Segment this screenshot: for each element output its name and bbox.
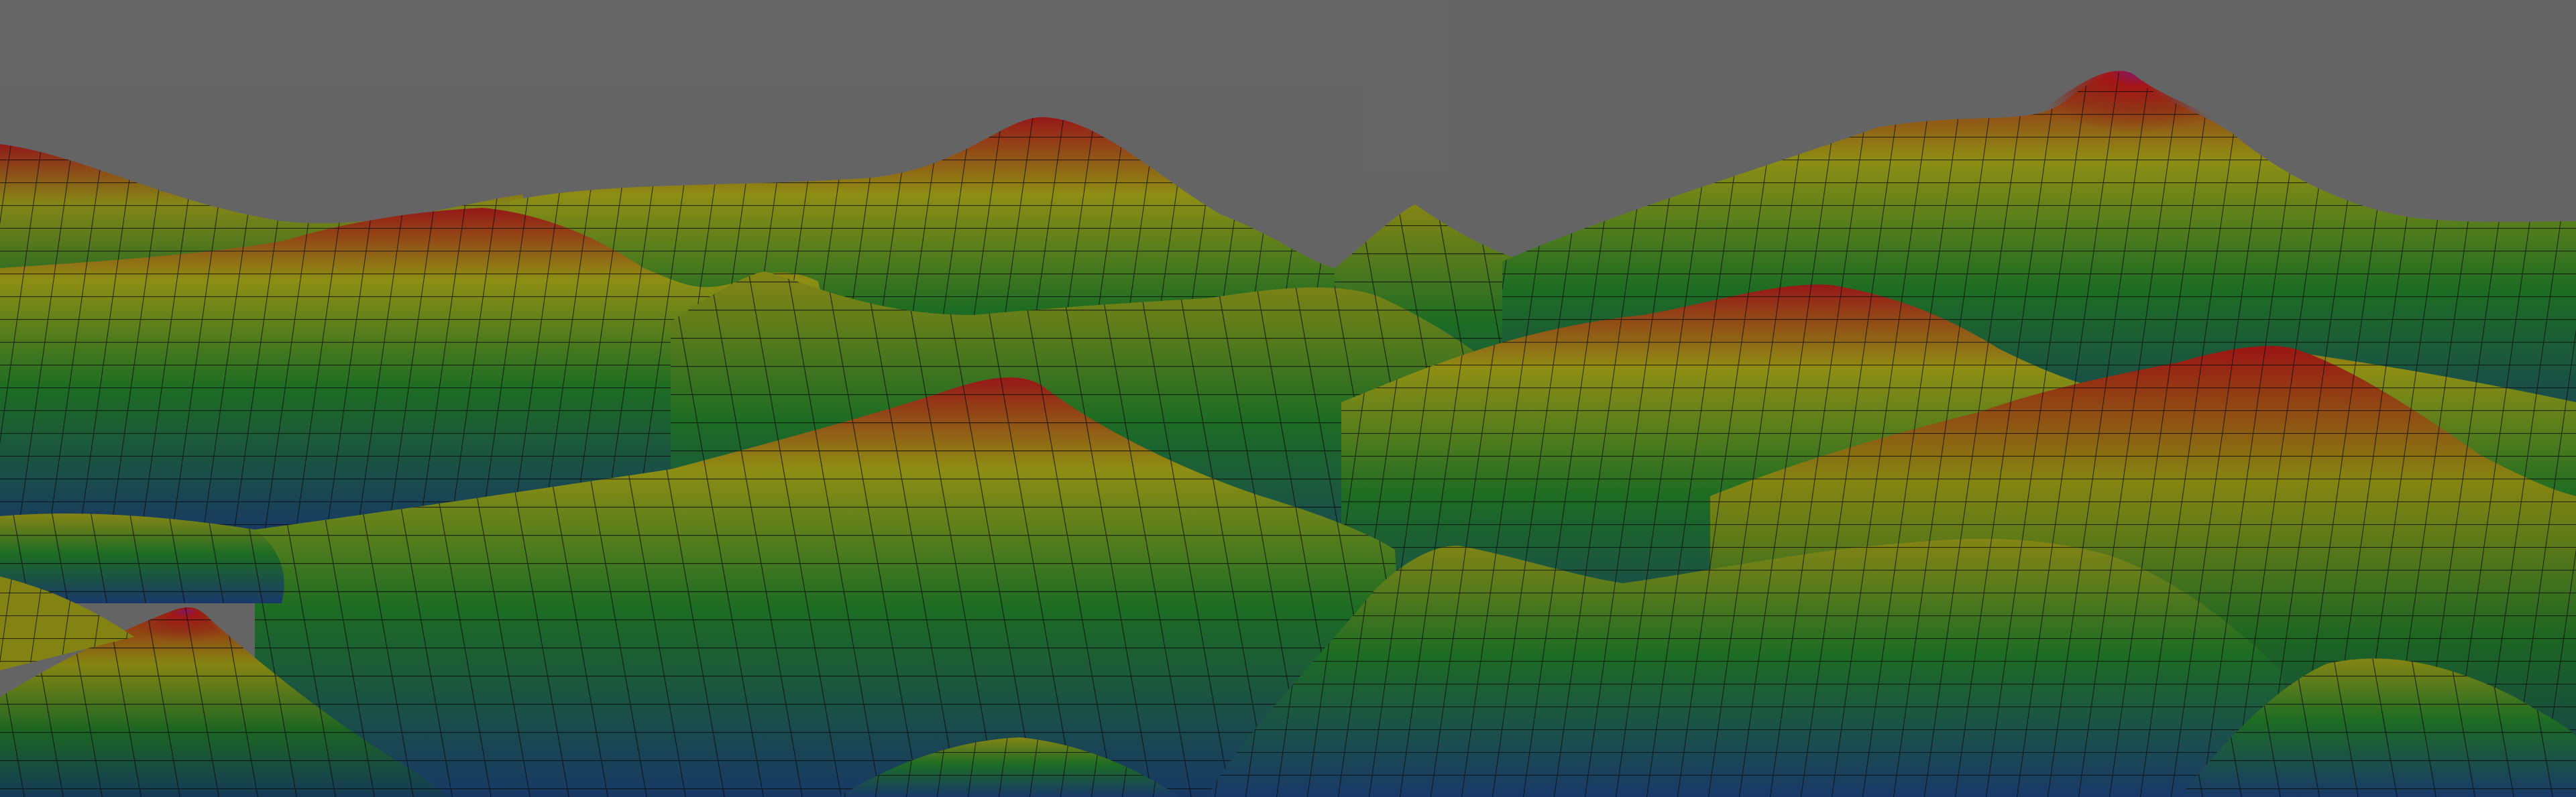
shading-overlay (0, 0, 2576, 797)
terrain-viewport[interactable] (0, 0, 2576, 797)
